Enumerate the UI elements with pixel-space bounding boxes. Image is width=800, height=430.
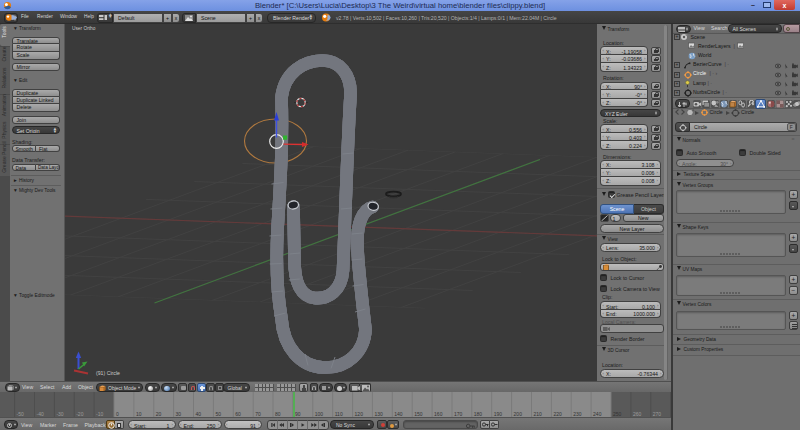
svg-text:20: 20: [156, 411, 162, 417]
svg-text:90: 90: [295, 411, 301, 417]
svg-text:30: 30: [176, 411, 182, 417]
svg-text:60: 60: [235, 411, 241, 417]
svg-text:170: 170: [454, 411, 463, 417]
svg-text:0: 0: [116, 411, 119, 417]
svg-text:270: 270: [653, 411, 662, 417]
svg-text:100: 100: [315, 411, 324, 417]
svg-text:-10: -10: [96, 411, 103, 417]
svg-text:130: 130: [374, 411, 383, 417]
svg-text:220: 220: [553, 411, 562, 417]
svg-text:190: 190: [494, 411, 503, 417]
svg-text:40: 40: [196, 411, 202, 417]
svg-text:260: 260: [633, 411, 642, 417]
svg-text:250: 250: [613, 411, 622, 417]
svg-text:110: 110: [335, 411, 343, 417]
svg-text:-40: -40: [37, 411, 44, 417]
svg-text:140: 140: [394, 411, 403, 417]
svg-text:10: 10: [136, 411, 142, 417]
svg-text:240: 240: [593, 411, 602, 417]
svg-text:120: 120: [355, 411, 364, 417]
svg-text:210: 210: [534, 411, 543, 417]
svg-text:80: 80: [275, 411, 281, 417]
svg-text:200: 200: [514, 411, 523, 417]
svg-text:50: 50: [215, 411, 221, 417]
svg-text:150: 150: [414, 411, 423, 417]
svg-text:-30: -30: [56, 411, 63, 417]
svg-text:180: 180: [474, 411, 483, 417]
svg-text:-20: -20: [76, 411, 83, 417]
svg-text:160: 160: [434, 411, 443, 417]
svg-text:230: 230: [573, 411, 582, 417]
svg-text:70: 70: [255, 411, 261, 417]
svg-text:-50: -50: [17, 411, 24, 417]
